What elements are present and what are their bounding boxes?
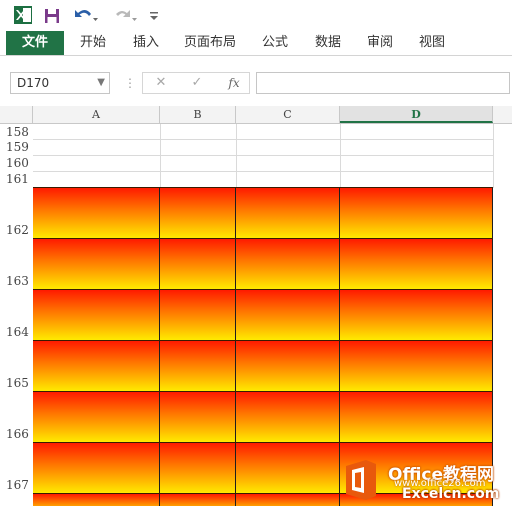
cell-border xyxy=(492,290,493,340)
excel-icon[interactable] xyxy=(14,6,32,24)
tab-review[interactable]: 审阅 xyxy=(358,31,402,55)
cell-border xyxy=(339,392,340,442)
gridline xyxy=(33,155,493,156)
tab-home[interactable]: 开始 xyxy=(70,31,116,55)
row-header-166[interactable]: 166 xyxy=(0,426,33,442)
enter-icon[interactable]: ✓ xyxy=(187,73,207,93)
gridline xyxy=(236,124,237,188)
gradient-row-165[interactable] xyxy=(33,340,493,391)
gradient-row-163[interactable] xyxy=(33,238,493,289)
cell-border xyxy=(159,239,160,289)
column-header-a[interactable]: A xyxy=(33,106,160,123)
cell-border xyxy=(235,392,236,442)
column-headers: A B C D xyxy=(0,106,512,124)
cell-border xyxy=(235,341,236,391)
row-header-160[interactable]: 160 xyxy=(0,155,33,171)
redo-icon[interactable] xyxy=(112,6,138,26)
gridline xyxy=(493,124,494,188)
row-header-167[interactable]: 167 xyxy=(0,477,33,493)
row-header-164[interactable]: 164 xyxy=(0,324,33,340)
cell-border xyxy=(492,341,493,391)
tab-data[interactable]: 数据 xyxy=(306,31,350,55)
gradient-row-164[interactable] xyxy=(33,289,493,340)
gradient-row-162[interactable] xyxy=(33,187,493,238)
row-header-158[interactable]: 158 xyxy=(0,124,33,140)
tab-formulas[interactable]: 公式 xyxy=(254,31,296,55)
gradient-row-166[interactable] xyxy=(33,391,493,442)
insert-function-icon[interactable]: fx xyxy=(223,73,245,93)
cell-border xyxy=(159,443,160,493)
office-logo-icon xyxy=(346,460,376,500)
row-header-162[interactable]: 162 xyxy=(0,222,33,238)
watermark: Office教程网 www.office26.com Excelcn.com xyxy=(342,456,512,506)
cell-border xyxy=(492,392,493,442)
column-header-b[interactable]: B xyxy=(160,106,236,123)
cell-border xyxy=(339,188,340,238)
column-header-c[interactable]: C xyxy=(236,106,340,123)
cancel-icon[interactable]: ✕ xyxy=(151,73,171,93)
row-header-159[interactable]: 159 xyxy=(0,140,33,155)
ribbon-tabs: 文件 开始 插入 页面布局 公式 数据 审阅 视图 xyxy=(0,31,512,55)
cell-border xyxy=(235,290,236,340)
cells-area[interactable] xyxy=(33,124,512,506)
cell-border xyxy=(159,392,160,442)
row-header-163[interactable]: 163 xyxy=(0,273,33,289)
column-header-d[interactable]: D xyxy=(340,106,493,123)
chevron-down-icon[interactable]: ▼ xyxy=(97,73,105,93)
watermark-site: Excelcn.com xyxy=(402,486,500,502)
save-icon[interactable] xyxy=(44,8,60,24)
cell-border xyxy=(159,188,160,238)
cell-border xyxy=(235,239,236,289)
cell-border xyxy=(339,341,340,391)
formula-buttons: ✕ ✓ fx xyxy=(142,72,250,94)
tab-file[interactable]: 文件 xyxy=(6,31,64,55)
tab-insert[interactable]: 插入 xyxy=(124,31,168,55)
cell-border xyxy=(159,290,160,340)
cell-border xyxy=(159,494,160,506)
cell-border xyxy=(339,494,340,506)
cell-border xyxy=(235,443,236,493)
customize-qat-icon[interactable] xyxy=(148,8,160,22)
formula-bar: D170 ▼ ⋮ ✕ ✓ fx xyxy=(0,56,512,104)
tab-view[interactable]: 视图 xyxy=(410,31,454,55)
cell-border xyxy=(159,341,160,391)
undo-icon[interactable] xyxy=(73,6,99,26)
gridline xyxy=(33,171,493,172)
cell-border xyxy=(492,188,493,238)
cell-border xyxy=(339,290,340,340)
gridline xyxy=(33,139,493,140)
name-box-value: D170 xyxy=(17,76,50,90)
cell-border xyxy=(339,239,340,289)
cell-border xyxy=(492,239,493,289)
gridline xyxy=(160,124,161,188)
gridline xyxy=(340,124,341,188)
cell-border xyxy=(235,494,236,506)
tab-page-layout[interactable]: 页面布局 xyxy=(176,31,244,55)
drag-handle-icon[interactable]: ⋮ xyxy=(124,74,136,92)
cell-border xyxy=(339,443,340,493)
quick-access-toolbar xyxy=(0,0,512,31)
worksheet-grid: A B C D 158 159 160 161 162 163 164 165 … xyxy=(0,106,512,506)
row-header-165[interactable]: 165 xyxy=(0,375,33,391)
formula-input[interactable] xyxy=(256,72,510,94)
name-box[interactable]: D170 ▼ xyxy=(10,72,110,94)
row-header-161[interactable]: 161 xyxy=(0,171,33,187)
row-headers: 158 159 160 161 162 163 164 165 166 167 xyxy=(0,124,33,506)
cell-border xyxy=(235,188,236,238)
select-all-corner[interactable] xyxy=(0,106,33,124)
